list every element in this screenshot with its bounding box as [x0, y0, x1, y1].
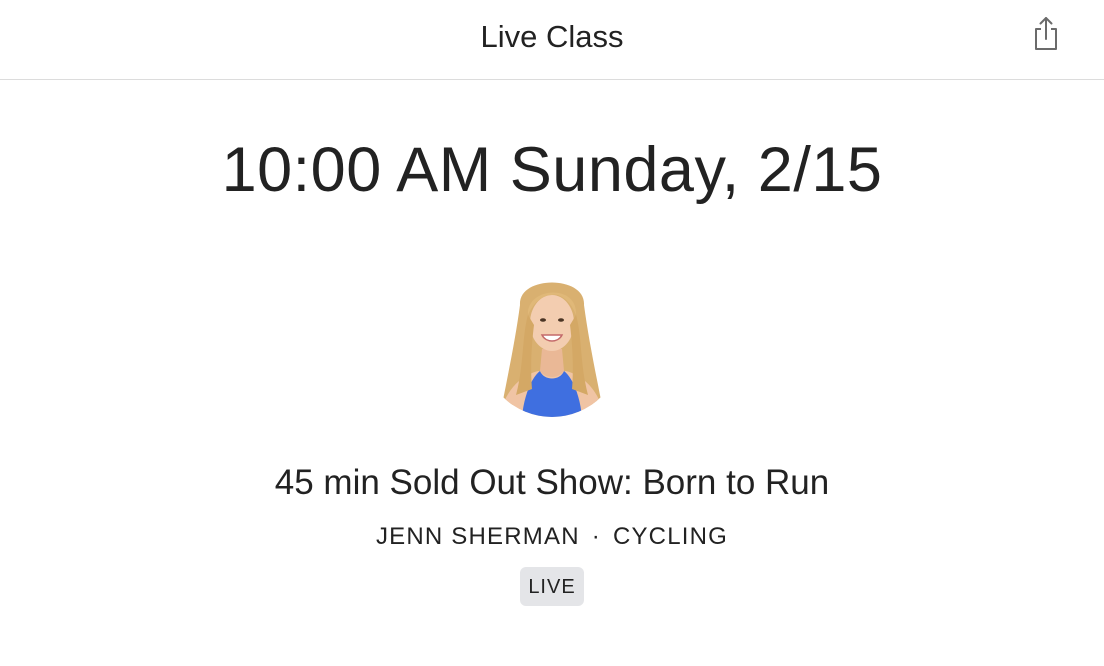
share-button[interactable]: [1032, 15, 1060, 51]
class-meta: JENN SHERMAN · CYCLING: [0, 523, 1104, 551]
instructor-avatar: [482, 265, 622, 417]
class-datetime: 10:00 AM Sunday, 2/15: [221, 135, 883, 205]
instructor-name[interactable]: JENN SHERMAN: [376, 523, 580, 550]
page-title: Live Class: [480, 19, 624, 54]
meta-separator: ·: [591, 523, 601, 550]
class-title: 45 min Sold Out Show: Born to Run: [274, 463, 830, 502]
share-icon: [1035, 17, 1057, 50]
top-bar: Live Class: [0, 0, 1104, 80]
discipline-label: CYCLING: [612, 523, 729, 550]
live-badge: LIVE: [520, 567, 584, 606]
